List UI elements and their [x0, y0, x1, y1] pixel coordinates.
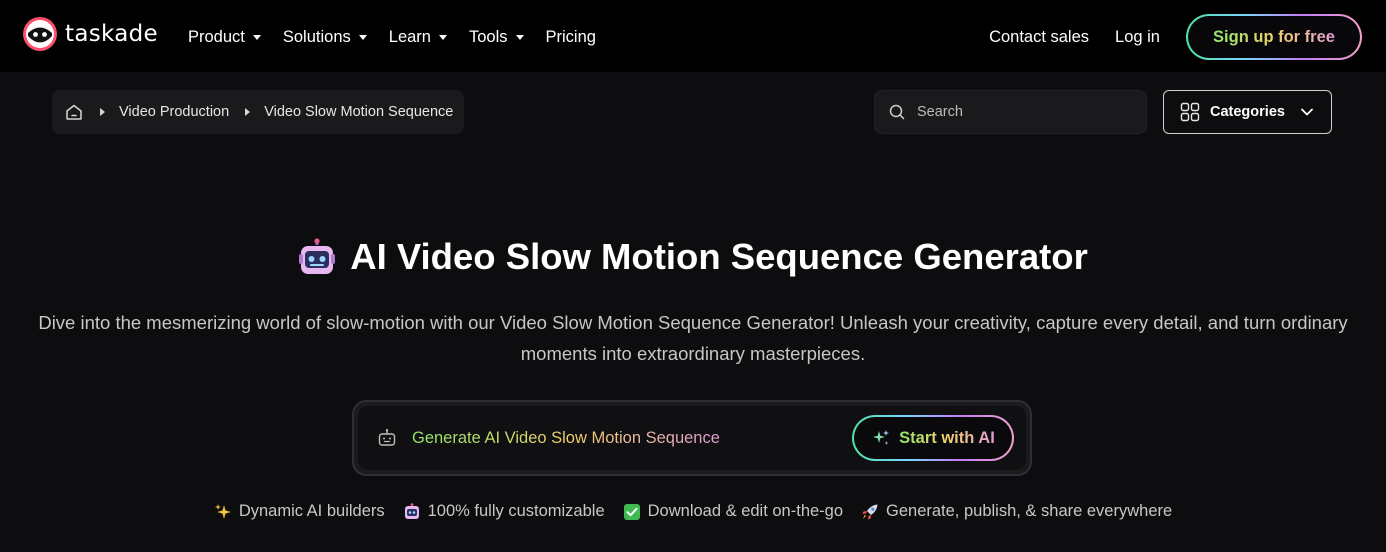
feature-item: Download & edit on-the-go	[623, 502, 843, 521]
caret-down-icon	[515, 34, 524, 40]
home-icon[interactable]	[64, 102, 84, 122]
feature-label: Download & edit on-the-go	[647, 502, 844, 520]
top-navbar: taskade Product Solutions Learn Tools Pr…	[0, 0, 1386, 72]
signup-button[interactable]: Sign up for free	[1186, 14, 1362, 60]
feature-item: 100% fully customizable	[403, 502, 605, 521]
brand-name: taskade	[65, 21, 158, 47]
feature-list: Dynamic AI builders 100% fully customiza…	[0, 502, 1386, 521]
generator-prompt[interactable]: Generate AI Video Slow Motion Sequence	[412, 429, 720, 448]
rocket-icon	[862, 504, 878, 519]
nav-item-label: Product	[188, 27, 245, 46]
breadcrumb-item-current[interactable]: Video Slow Motion Sequence	[264, 104, 453, 120]
caret-down-icon	[358, 34, 367, 40]
feature-item: Generate, publish, & share everywhere	[861, 502, 1172, 521]
start-with-ai-label: Start with AI	[899, 428, 995, 447]
search-box[interactable]	[874, 90, 1147, 134]
feature-label: 100% fully customizable	[427, 502, 605, 520]
generator-box: Generate AI Video Slow Motion Sequence S…	[352, 400, 1032, 476]
nav-item-tools[interactable]: Tools	[469, 24, 524, 50]
nav-item-label: Tools	[468, 27, 508, 46]
taskade-logo-icon	[23, 17, 57, 51]
categories-dropdown[interactable]: Categories	[1163, 90, 1332, 134]
robot-emoji-icon	[299, 238, 336, 274]
main-menu: Product Solutions Learn Tools Pricing	[188, 24, 618, 50]
start-with-ai-inner: Start with AI	[854, 417, 1012, 459]
search-icon	[889, 104, 905, 120]
breadcrumb-item-video-production[interactable]: Video Production	[119, 104, 229, 120]
signup-button-inner: Sign up for free	[1188, 16, 1360, 58]
signup-label: Sign up for free	[1213, 27, 1335, 46]
nav-item-product[interactable]: Product	[188, 24, 261, 50]
nav-item-label: Solutions	[282, 27, 351, 46]
categories-label: Categories	[1210, 104, 1285, 120]
feature-label: Dynamic AI builders	[238, 502, 385, 520]
caret-down-icon	[252, 34, 261, 40]
page-title-text: AI Video Slow Motion Sequence Generator	[350, 236, 1088, 277]
sparkles-icon	[214, 503, 231, 519]
feature-label: Generate, publish, & share everywhere	[886, 502, 1173, 520]
nav-item-label: Pricing	[545, 27, 596, 46]
nav-actions: Contact sales Log in Sign up for free	[989, 14, 1362, 60]
nav-item-solutions[interactable]: Solutions	[283, 24, 367, 50]
chevron-right-icon	[245, 108, 251, 116]
feature-item: Dynamic AI builders	[214, 502, 385, 521]
bot-icon	[378, 429, 396, 446]
start-with-ai-button[interactable]: Start with AI	[852, 415, 1014, 461]
robot-icon	[404, 502, 419, 519]
sparkle-icon	[873, 430, 890, 445]
nav-item-learn[interactable]: Learn	[389, 24, 447, 50]
grid-icon	[1180, 102, 1200, 122]
search-input[interactable]	[917, 104, 1137, 120]
nav-item-pricing[interactable]: Pricing	[546, 24, 596, 50]
chevron-right-icon	[100, 108, 105, 116]
page-title: AI Video Slow Motion Sequence Generator	[0, 236, 1386, 278]
brand-logo[interactable]: taskade	[22, 16, 158, 52]
nav-item-label: Learn	[388, 27, 431, 46]
page-description: Dive into the mesmerizing world of slow-…	[38, 312, 1348, 364]
contact-sales-link[interactable]: Contact sales	[989, 28, 1089, 47]
chevron-down-icon	[1301, 108, 1313, 116]
login-link[interactable]: Log in	[1115, 28, 1160, 47]
breadcrumb: Video Production Video Slow Motion Seque…	[52, 90, 464, 134]
check-box-icon	[623, 503, 640, 520]
caret-down-icon	[438, 34, 447, 40]
